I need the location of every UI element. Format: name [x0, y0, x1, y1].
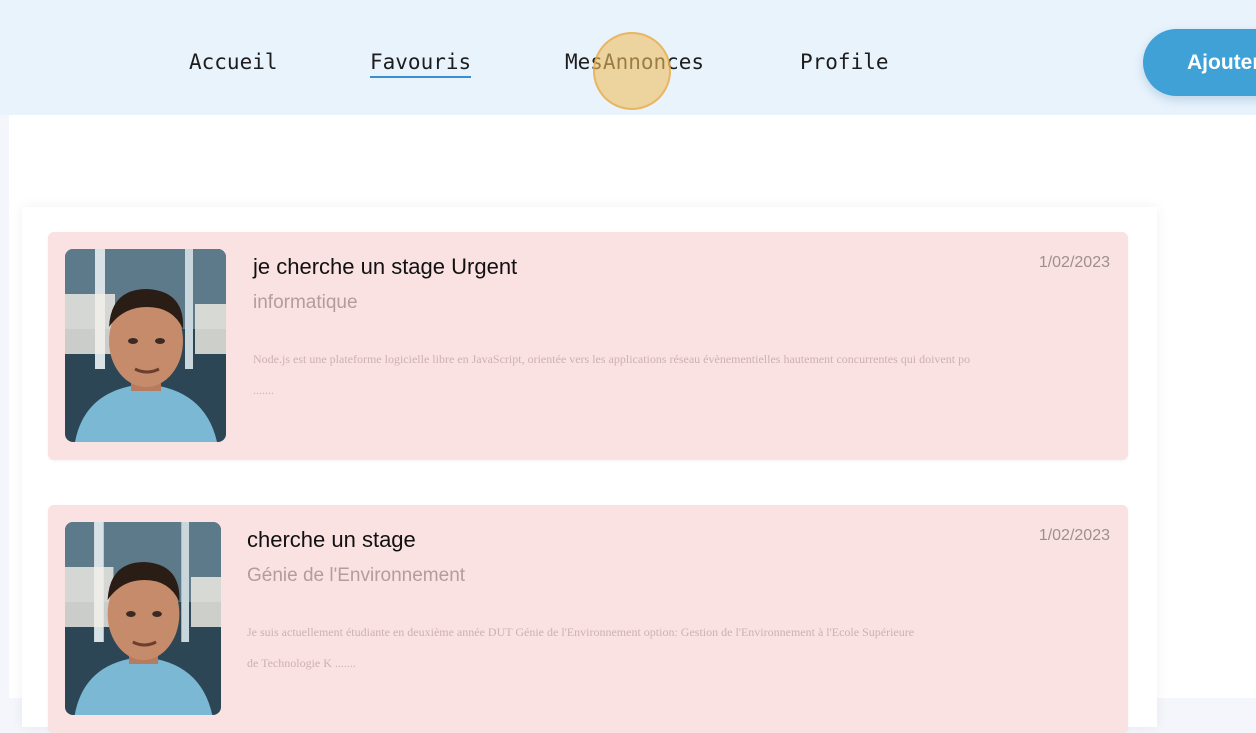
- nav-link-favouris[interactable]: Favouris: [370, 50, 472, 78]
- annonce-category: Génie de l'Environnement: [247, 565, 466, 586]
- avatar-photo-icon: [65, 522, 221, 715]
- avatar-photo-icon: [65, 249, 226, 442]
- annonce-description: Node.js est une plateforme logicielle li…: [253, 352, 971, 397]
- annonce-date: 1/02/2023: [1038, 527, 1110, 544]
- add-annonce-button[interactable]: Ajouter: [1143, 29, 1256, 96]
- annonce-date: 1/02/2023: [1038, 254, 1110, 271]
- annonce-title: je cherche un stage Urgent: [253, 254, 518, 279]
- nav-link-profile[interactable]: Profile: [800, 50, 889, 74]
- top-navbar: Accueil Favouris MesAnnonces Profile Ajo…: [0, 0, 1256, 115]
- annonce-card[interactable]: cherche un stage Génie de l'Environnemen…: [48, 505, 1128, 733]
- avatar: [65, 522, 221, 715]
- nav-link-accueil[interactable]: Accueil: [189, 50, 278, 74]
- annonce-category: informatique: [253, 292, 358, 313]
- annonce-title: cherche un stage: [247, 527, 416, 552]
- annonce-card[interactable]: je cherche un stage Urgent informatique …: [48, 232, 1128, 460]
- click-indicator: [593, 32, 671, 110]
- annonce-description: Je suis actuellement étudiante en deuxiè…: [247, 625, 915, 670]
- avatar: [65, 249, 226, 442]
